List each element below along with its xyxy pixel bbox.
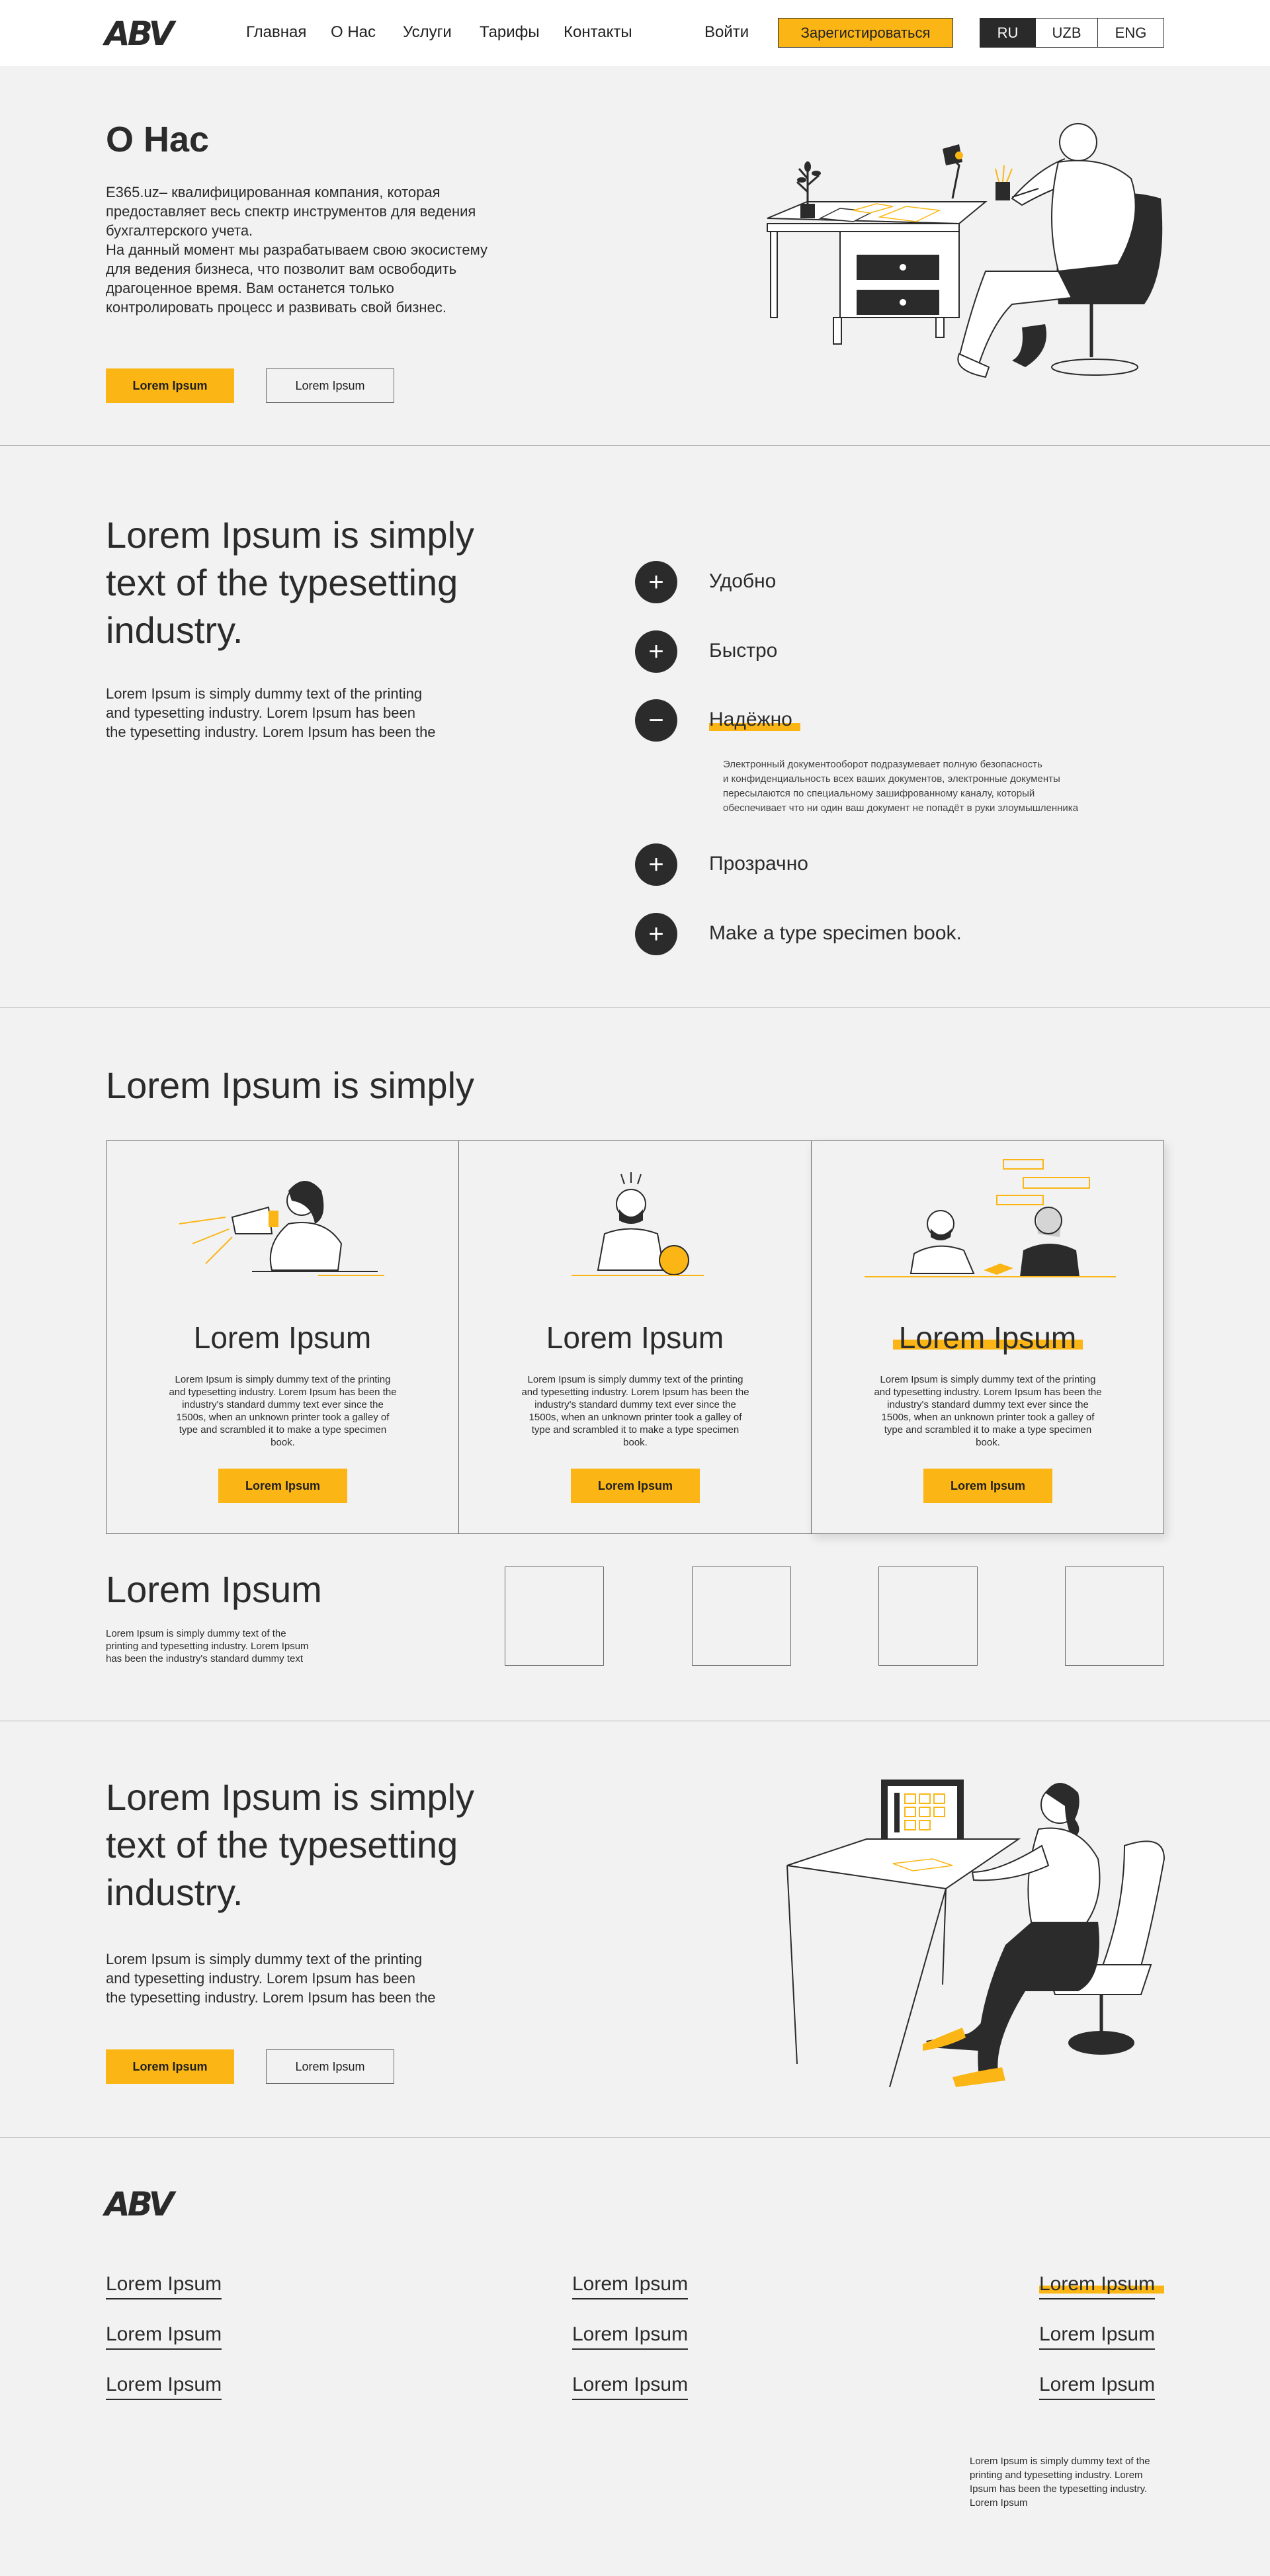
footer-link[interactable]: Lorem Ipsum: [106, 2323, 222, 2350]
partners-text: Lorem Ipsum is simply dummy text of the …: [106, 1628, 309, 1664]
service-card: Lorem Ipsum Lorem Ipsum is simply dummy …: [106, 1140, 459, 1534]
logo[interactable]: ABV: [105, 15, 175, 53]
footer-link[interactable]: Lorem Ipsum: [1039, 2323, 1156, 2350]
services-title: Lorem Ipsum is simply: [106, 1064, 475, 1106]
accordion-toggle-reliable[interactable]: −: [635, 699, 677, 742]
partner-logo-box[interactable]: [692, 1567, 791, 1666]
nav-contacts[interactable]: Контакты: [564, 23, 632, 42]
plus-icon: +: [648, 920, 664, 949]
features-title: Lorem Ipsum is simply text of the typese…: [106, 514, 475, 651]
top-navbar: ABV Главная О Нас Услуги Тарифы Контакты…: [0, 0, 1270, 66]
cta-primary-button[interactable]: Lorem Ipsum: [106, 2049, 234, 2084]
nav-about[interactable]: О Нас: [331, 23, 376, 42]
plus-icon: +: [648, 637, 664, 666]
accordion-toggle-fast[interactable]: +: [635, 630, 677, 673]
service-card-button[interactable]: Lorem Ipsum: [923, 1469, 1052, 1503]
footer-link[interactable]: Lorem Ipsum: [106, 2374, 222, 2400]
service-card-text: Lorem Ipsum is simply dummy text of the …: [874, 1374, 1102, 1448]
nav-services[interactable]: Услуги: [403, 23, 452, 42]
partner-logo-box[interactable]: [878, 1567, 978, 1666]
footer-link[interactable]: Lorem Ipsum: [572, 2374, 689, 2400]
partner-logo-box[interactable]: [505, 1567, 604, 1666]
service-card-text: Lorem Ipsum is simply dummy text of the …: [169, 1374, 397, 1448]
footer-link[interactable]: Lorem Ipsum: [572, 2323, 689, 2350]
section-divider: [0, 1007, 1270, 1008]
accordion-label-reliable[interactable]: Надёжно: [709, 708, 792, 731]
accordion-toggle-specimen[interactable]: +: [635, 913, 677, 955]
footer-logo[interactable]: ABV: [105, 2185, 175, 2223]
features-text: Lorem Ipsum is simply dummy text of the …: [106, 685, 436, 740]
about-title: О Нас: [106, 120, 210, 159]
cta-title: Lorem Ipsum is simply text of the typese…: [106, 1776, 475, 1913]
cta-text: Lorem Ipsum is simply dummy text of the …: [106, 1951, 436, 2006]
service-card-title: Lorem Ipsum: [546, 1320, 724, 1355]
service-card-title: Lorem Ipsum: [193, 1320, 372, 1355]
cta-secondary-button[interactable]: Lorem Ipsum: [266, 2049, 394, 2084]
footer-text: Lorem Ipsum is simply dummy text of the …: [970, 2456, 1150, 2509]
plus-icon: +: [648, 850, 664, 879]
accordion-label-fast[interactable]: Быстро: [709, 640, 777, 662]
accordion-label-convenient[interactable]: Удобно: [709, 570, 776, 593]
accordion-toggle-transparent[interactable]: +: [635, 843, 677, 886]
about-primary-button[interactable]: Lorem Ipsum: [106, 368, 234, 403]
accordion-label-specimen[interactable]: Make a type specimen book.: [709, 922, 962, 945]
worker-illustration: [572, 1172, 704, 1276]
footer-link[interactable]: Lorem Ipsum: [106, 2273, 222, 2299]
megaphone-illustration: [179, 1181, 384, 1276]
service-card-button[interactable]: Lorem Ipsum: [218, 1469, 347, 1503]
partner-logo-box[interactable]: [1065, 1567, 1164, 1666]
service-card-text: Lorem Ipsum is simply dummy text of the …: [521, 1374, 749, 1448]
footer-link[interactable]: Lorem Ipsum: [572, 2273, 689, 2299]
accordion-description-reliable: Электронный документооборот подразумевае…: [723, 759, 1079, 814]
section-divider: [0, 2137, 1270, 2138]
minus-icon: −: [648, 706, 664, 735]
login-link[interactable]: Войти: [704, 23, 749, 42]
lang-ru-button[interactable]: RU: [980, 18, 1036, 48]
office-desk-illustration: [767, 123, 1163, 378]
service-card-button[interactable]: Lorem Ipsum: [571, 1469, 700, 1503]
service-card: Lorem Ipsum Lorem Ipsum is simply dummy …: [458, 1140, 812, 1534]
computer-desk-illustration: [786, 1780, 1165, 2088]
lang-eng-button[interactable]: ENG: [1097, 18, 1164, 48]
nav-home[interactable]: Главная: [246, 23, 306, 42]
service-card-title: Lorem Ipsum: [898, 1320, 1077, 1355]
about-text: E365.uz– квалифицированная компания, кот…: [106, 184, 487, 316]
nav-tariffs[interactable]: Тарифы: [480, 23, 540, 42]
footer-link-active[interactable]: Lorem Ipsum: [1039, 2273, 1156, 2299]
register-button[interactable]: Зарегистироваться: [778, 18, 953, 48]
partners-title: Lorem Ipsum: [106, 1568, 322, 1610]
plus-icon: +: [648, 568, 664, 597]
accordion-toggle-convenient[interactable]: +: [635, 561, 677, 603]
footer-link[interactable]: Lorem Ipsum: [1039, 2374, 1156, 2400]
accordion-label-transparent[interactable]: Прозрачно: [709, 853, 808, 875]
section-divider: [0, 445, 1270, 446]
about-secondary-button[interactable]: Lorem Ipsum: [266, 368, 394, 403]
service-card-active: Lorem Ipsum Lorem Ipsum is simply dummy …: [811, 1140, 1164, 1534]
lang-uzb-button[interactable]: UZB: [1035, 18, 1098, 48]
meeting-illustration: [865, 1159, 1116, 1277]
